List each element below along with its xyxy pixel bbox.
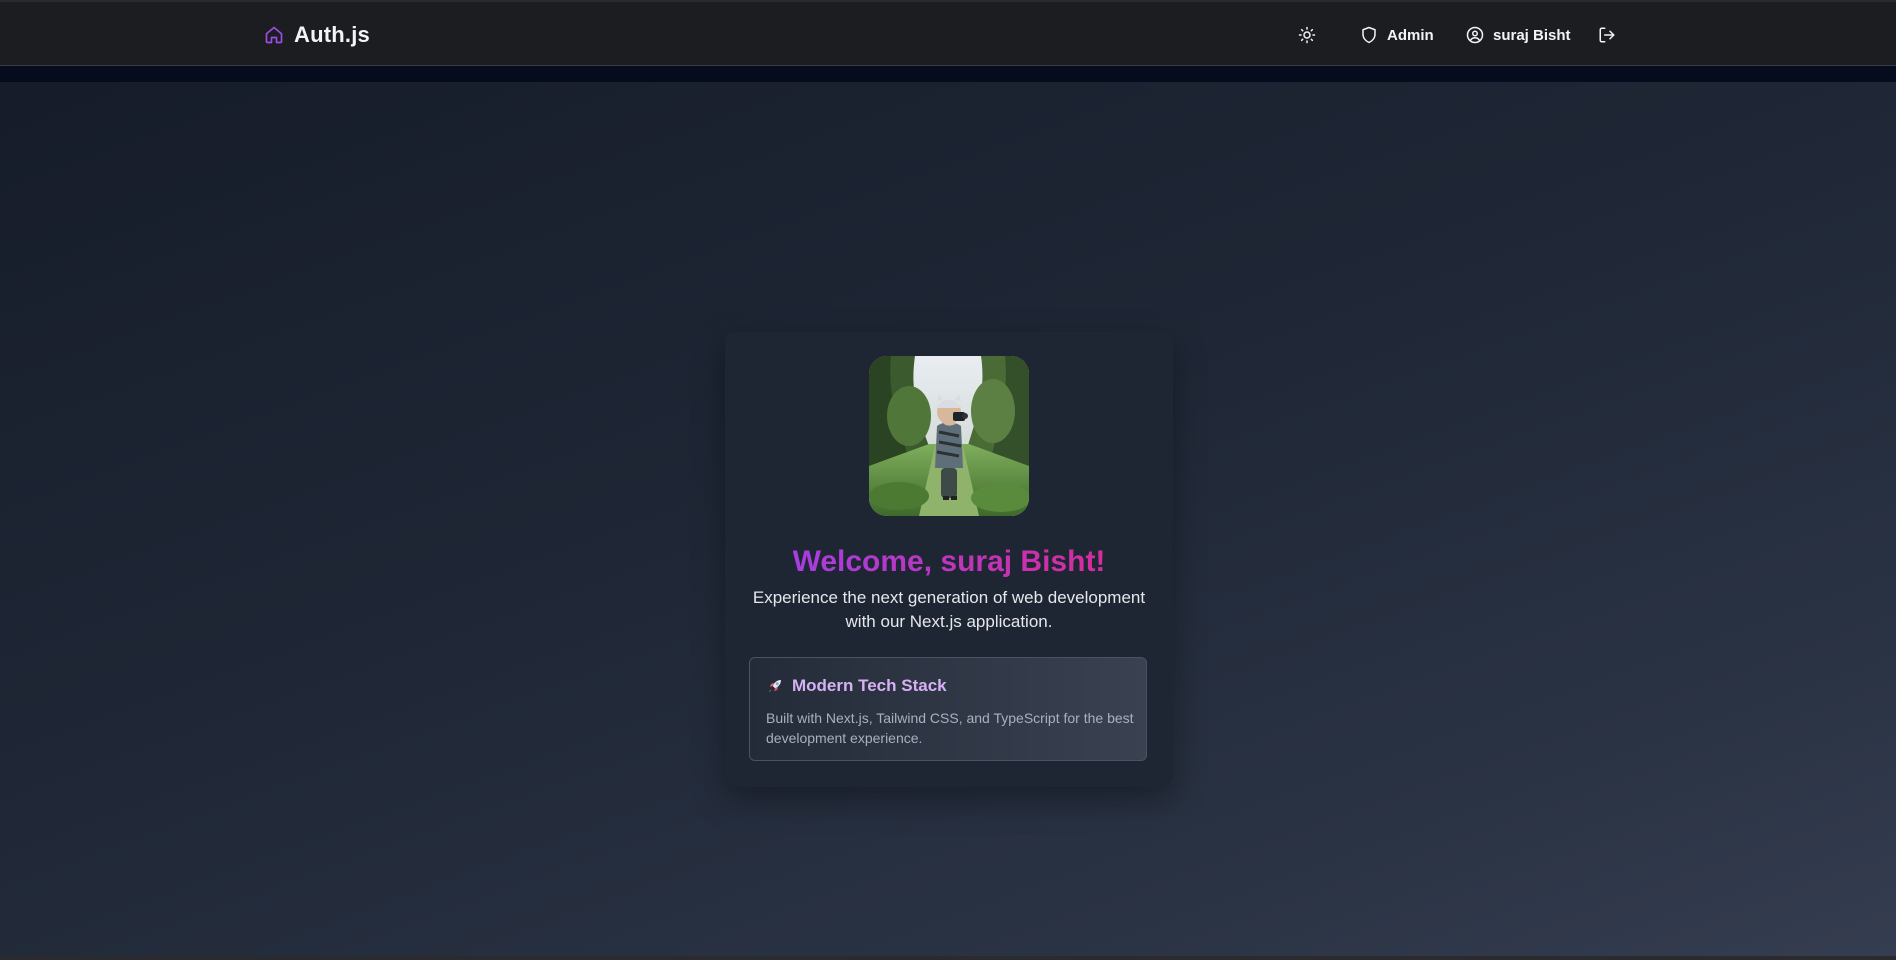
logout-button[interactable] (1598, 24, 1616, 46)
welcome-heading: Welcome, suraj Bisht! (792, 545, 1106, 578)
top-navbar: Auth.js Admin suraj Bisht (0, 2, 1896, 66)
header-accent-strip (0, 66, 1896, 82)
rocket-icon (769, 680, 781, 692)
brand-link[interactable]: Auth.js (264, 22, 370, 48)
sun-icon (1298, 26, 1316, 44)
user-name: suraj Bisht (1493, 26, 1571, 44)
brand-name: Auth.js (294, 22, 370, 47)
bottom-edge (0, 956, 1896, 960)
admin-link[interactable]: Admin (1360, 24, 1434, 46)
welcome-tagline: Experience the next generation of web de… (752, 588, 1146, 631)
main-content: Welcome, suraj Bisht! Experience the nex… (0, 82, 1896, 956)
admin-label: Admin (1387, 26, 1434, 44)
shield-icon (1362, 26, 1376, 44)
home-icon (265, 26, 283, 44)
welcome-card: Welcome, suraj Bisht! Experience the nex… (725, 332, 1173, 787)
logout-icon (1599, 27, 1615, 43)
feature-card: Modern Tech Stack Built with Next.js, Ta… (749, 657, 1147, 761)
feature-description: Built with Next.js, Tailwind CSS, and Ty… (766, 710, 1134, 746)
feature-title: Modern Tech Stack (792, 676, 947, 695)
avatar-photo (869, 356, 1029, 516)
user-profile-link[interactable]: suraj Bisht (1466, 24, 1571, 46)
theme-toggle-button[interactable] (1298, 24, 1316, 46)
user-circle-icon (1466, 26, 1484, 44)
feature-title-row: Modern Tech Stack (766, 676, 947, 696)
